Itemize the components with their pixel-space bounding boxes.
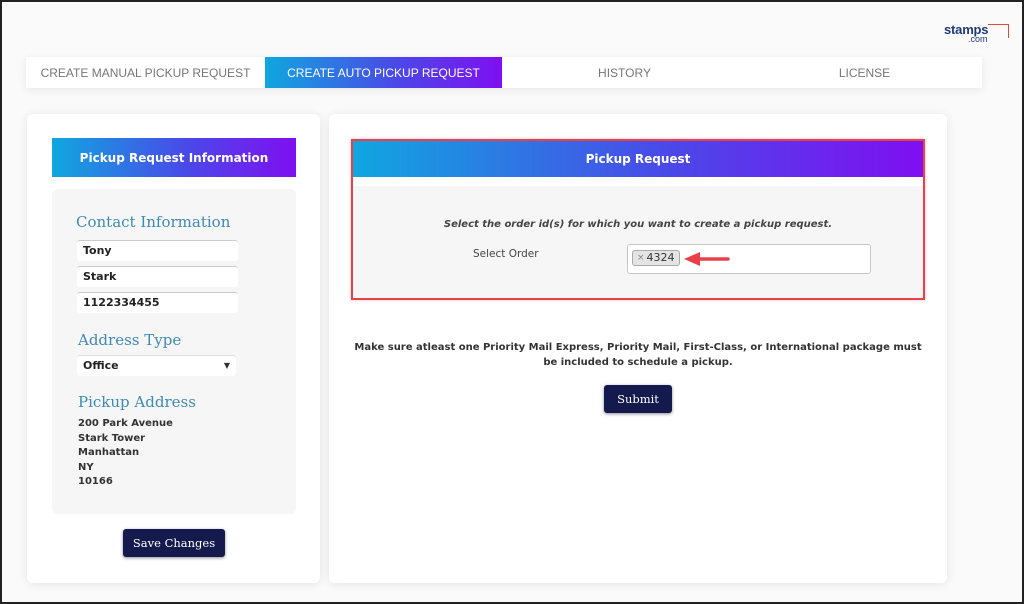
phone-field[interactable]: 1122334455 xyxy=(77,292,238,313)
first-name-field[interactable]: Tony xyxy=(77,240,238,261)
pickup-address: 200 Park Avenue Stark Tower Manhattan NY… xyxy=(78,417,173,490)
logo-accent xyxy=(988,24,1009,38)
pickup-info-panel: Contact Information Tony Stark 112233445… xyxy=(52,189,296,514)
tab-bar: CREATE MANUAL PICKUP REQUEST CREATE AUTO… xyxy=(26,57,982,88)
address-type-title: Address Type xyxy=(78,331,182,349)
address-line: 200 Park Avenue xyxy=(78,418,173,429)
tab-create-manual-pickup[interactable]: CREATE MANUAL PICKUP REQUEST xyxy=(26,57,265,88)
tab-history[interactable]: HISTORY xyxy=(502,57,747,88)
pickup-info-header: Pickup Request Information xyxy=(52,138,296,177)
submit-button[interactable]: Submit xyxy=(604,385,672,413)
address-type-value: Office xyxy=(83,359,119,372)
pickup-address-title: Pickup Address xyxy=(78,393,196,411)
address-line: 10166 xyxy=(78,476,113,487)
pickup-request-body: Select the order id(s) for which you wan… xyxy=(353,186,923,298)
order-instruction: Select the order id(s) for which you wan… xyxy=(443,219,833,230)
save-changes-button[interactable]: Save Changes xyxy=(123,529,225,557)
address-line: Stark Tower xyxy=(78,432,146,444)
contact-info-title: Contact Information xyxy=(76,213,231,231)
address-line: NY xyxy=(78,461,94,473)
logo-suffix: .com xyxy=(968,34,988,44)
remove-chip-icon[interactable]: × xyxy=(637,251,645,265)
pickup-request-header: Pickup Request xyxy=(353,141,923,177)
address-type-select[interactable]: Office ▼ xyxy=(77,355,236,376)
pickup-request-highlight: Pickup Request Select the order id(s) fo… xyxy=(351,139,925,300)
select-order-input[interactable]: × 4324 xyxy=(627,244,871,274)
pickup-note: Make sure atleast one Priority Mail Expr… xyxy=(354,342,922,368)
address-line: Manhattan xyxy=(78,447,140,458)
app-window: stamps .com CREATE MANUAL PICKUP REQUEST… xyxy=(0,0,1024,604)
tab-license[interactable]: LICENSE xyxy=(747,57,982,88)
order-chip-id: 4324 xyxy=(646,251,675,264)
pickup-info-card: Pickup Request Information Contact Infor… xyxy=(27,114,320,583)
pickup-request-card: Pickup Request Select the order id(s) fo… xyxy=(329,114,947,583)
select-order-label: Select Order xyxy=(473,248,539,260)
last-name-field[interactable]: Stark xyxy=(77,266,238,287)
dropdown-arrow-icon: ▼ xyxy=(223,361,230,370)
tab-create-auto-pickup[interactable]: CREATE AUTO PICKUP REQUEST xyxy=(265,57,502,88)
arrow-left-icon xyxy=(684,252,730,266)
order-chip[interactable]: × 4324 xyxy=(632,250,680,266)
stamps-logo: stamps .com xyxy=(944,22,1009,44)
